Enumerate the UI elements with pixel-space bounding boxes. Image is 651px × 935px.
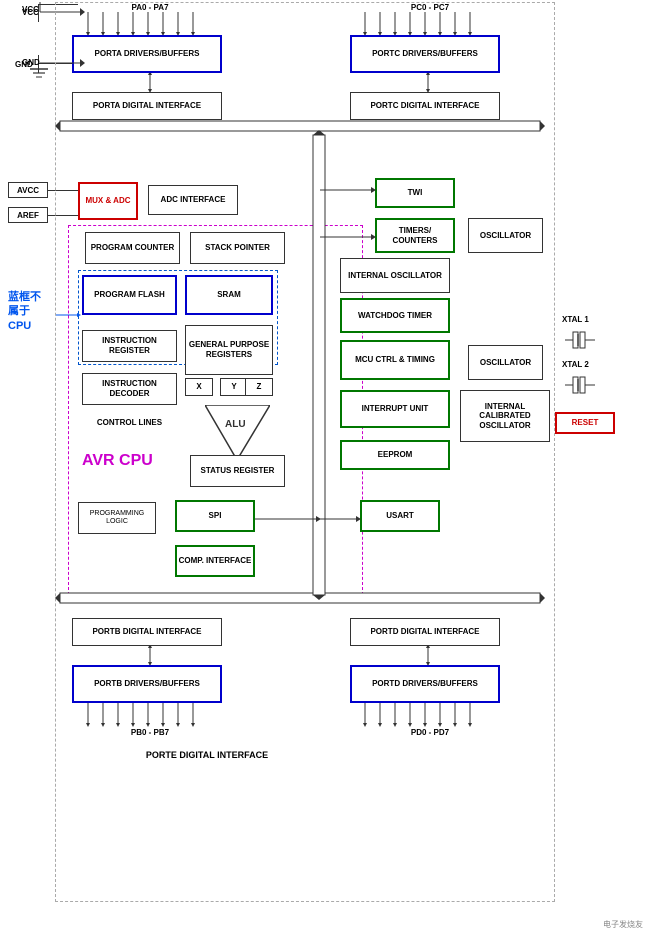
blue-note: 蓝框不属于CPU [8,290,41,333]
aref-box: AREF [8,207,48,223]
spi-conn [255,514,325,524]
watermark: 电子发烧友 [603,919,643,930]
xtal1-label: XTAL 1 [562,315,589,324]
usart-conn [320,514,365,524]
main-bus-vertical [305,130,335,600]
xtal2-symbol [565,375,605,395]
diagram-container: VCC GND AVCC AVCC AREF PA0 - PA7 PC0 - P… [0,0,651,935]
twi-conn [320,183,380,197]
reset-block: RESET [555,412,615,434]
xtal1-symbol [565,330,605,350]
avcc-box: AVCC [8,182,48,198]
xtal2-label: XTAL 2 [562,360,589,369]
timers-conn [320,230,380,244]
